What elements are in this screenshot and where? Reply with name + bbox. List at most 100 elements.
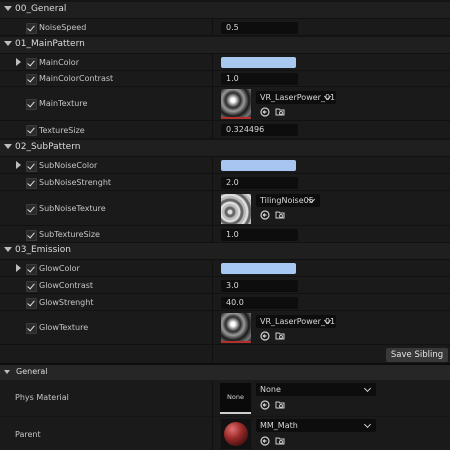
override-checkbox[interactable] — [26, 281, 37, 292]
collapse-icon[interactable] — [4, 370, 10, 374]
category-label: 03_Emission — [15, 245, 71, 255]
param-label: GlowContrast — [39, 281, 94, 290]
category-00-general[interactable]: 00_General — [0, 2, 450, 19]
main-color-swatch[interactable] — [221, 57, 296, 68]
parent-row: Parent MM_Math — [0, 417, 450, 450]
param-label: NoiseSpeed — [39, 23, 87, 32]
category-general[interactable]: General — [0, 365, 450, 380]
expand-icon[interactable] — [16, 161, 21, 169]
param-row-glow-texture: GlowTexture VR_LaserPower_01 — [0, 311, 450, 345]
chevron-down-icon — [363, 420, 372, 429]
use-asset-arrow-icon[interactable] — [260, 107, 270, 117]
browse-folder-icon[interactable] — [275, 107, 285, 117]
use-asset-arrow-icon[interactable] — [260, 400, 270, 410]
save-sibling-button[interactable]: Save Sibling — [386, 348, 448, 362]
sub-noise-texture-asset-picker[interactable]: TilingNoise05 — [256, 194, 320, 207]
collapse-icon[interactable] — [4, 41, 12, 46]
override-checkbox[interactable] — [26, 125, 37, 136]
param-row-main-color: MainColor — [0, 54, 450, 71]
sub-texture-size-input[interactable]: 1.0 — [221, 229, 298, 241]
checkmark-icon — [27, 23, 35, 32]
override-checkbox[interactable] — [26, 298, 37, 309]
override-checkbox[interactable] — [26, 58, 37, 69]
glow-strength-input[interactable]: 40.0 — [221, 297, 298, 309]
param-label: TextureSize — [39, 126, 85, 135]
param-row-sub-noise-texture: SubNoiseTexture TilingNoise05 — [0, 191, 450, 226]
phys-material-thumbnail[interactable]: None — [220, 383, 251, 414]
param-label: GlowTexture — [39, 323, 89, 332]
use-asset-arrow-icon[interactable] — [260, 210, 270, 220]
override-checkbox[interactable] — [26, 204, 37, 215]
checkmark-icon — [27, 298, 35, 307]
parent-label: Parent — [15, 430, 41, 439]
param-row-glow-contrast: GlowContrast 3.0 — [0, 277, 450, 294]
checkmark-icon — [27, 125, 35, 134]
noise-speed-input[interactable]: 0.5 — [221, 22, 298, 34]
param-label: GlowColor — [39, 264, 80, 273]
material-instance-details-panel: 00_General NoiseSpeed 0.5 01_MainPattern… — [0, 0, 450, 450]
param-label: MainColor — [39, 58, 79, 67]
checkmark-icon — [27, 264, 35, 273]
glow-color-swatch[interactable] — [221, 263, 296, 274]
main-texture-asset-picker[interactable]: VR_LaserPower_01 — [256, 91, 336, 104]
override-checkbox[interactable] — [26, 74, 37, 85]
category-label: 00_General — [15, 4, 67, 14]
param-label: SubNoiseColor — [39, 161, 98, 170]
checkmark-icon — [27, 230, 35, 239]
expand-icon[interactable] — [16, 264, 21, 272]
override-checkbox[interactable] — [26, 161, 37, 172]
param-label: GlowStrenght — [39, 298, 94, 307]
browse-folder-icon[interactable] — [275, 210, 285, 220]
checkmark-icon — [27, 281, 35, 290]
category-label: 01_MainPattern — [15, 39, 85, 49]
main-texture-thumbnail[interactable] — [221, 89, 251, 119]
main-color-contrast-input[interactable]: 1.0 — [221, 73, 298, 85]
save-sibling-row — [0, 345, 450, 364]
browse-folder-icon[interactable] — [275, 331, 285, 341]
sub-noise-texture-thumbnail[interactable] — [221, 194, 251, 224]
category-03-emission[interactable]: 03_Emission — [0, 243, 450, 260]
collapse-icon[interactable] — [4, 6, 12, 11]
category-01-main-pattern[interactable]: 01_MainPattern — [0, 37, 450, 54]
override-checkbox[interactable] — [26, 264, 37, 275]
collapse-icon[interactable] — [4, 247, 12, 252]
override-checkbox[interactable] — [26, 323, 37, 334]
checkmark-icon — [27, 323, 35, 332]
parent-material-thumbnail[interactable] — [221, 419, 251, 449]
sub-noise-color-swatch[interactable] — [221, 160, 296, 171]
category-02-sub-pattern[interactable]: 02_SubPattern — [0, 140, 450, 157]
param-row-texture-size: TextureSize 0.324496 — [0, 121, 450, 139]
param-row-sub-noise-color: SubNoiseColor — [0, 157, 450, 174]
phys-material-label: Phys Material — [15, 393, 69, 402]
param-label: MainTexture — [39, 99, 88, 108]
glow-contrast-input[interactable]: 3.0 — [221, 280, 298, 292]
checkmark-icon — [27, 74, 35, 83]
param-label: SubNoiseTexture — [39, 204, 106, 213]
collapse-icon[interactable] — [4, 144, 12, 149]
parent-asset-picker[interactable]: MM_Math — [256, 419, 376, 432]
asset-name: VR_LaserPower_01 — [260, 317, 336, 326]
param-row-glow-color: GlowColor — [0, 260, 450, 277]
browse-folder-icon[interactable] — [275, 436, 285, 446]
expand-icon[interactable] — [16, 58, 21, 66]
use-asset-arrow-icon[interactable] — [260, 331, 270, 341]
override-checkbox[interactable] — [26, 178, 37, 189]
override-checkbox[interactable] — [26, 230, 37, 241]
override-checkbox[interactable] — [26, 99, 37, 110]
phys-material-row: Phys Material None None — [0, 380, 450, 416]
checkmark-icon — [27, 178, 35, 187]
override-checkbox[interactable] — [26, 23, 37, 34]
chevron-down-icon — [363, 384, 372, 393]
param-row-noise-speed: NoiseSpeed 0.5 — [0, 19, 450, 36]
glow-texture-thumbnail[interactable] — [221, 313, 251, 343]
param-row-sub-noise-strength: SubNoiseStrenght 2.0 — [0, 174, 450, 191]
checkmark-icon — [27, 161, 35, 170]
glow-texture-asset-picker[interactable]: VR_LaserPower_01 — [256, 315, 336, 328]
use-asset-arrow-icon[interactable] — [260, 436, 270, 446]
browse-folder-icon[interactable] — [275, 400, 285, 410]
category-label: 02_SubPattern — [15, 142, 81, 152]
asset-name: TilingNoise05 — [260, 196, 314, 205]
sub-noise-strength-input[interactable]: 2.0 — [221, 177, 298, 189]
texture-size-input[interactable]: 0.324496 — [221, 124, 298, 136]
phys-material-asset-picker[interactable]: None — [256, 383, 376, 396]
